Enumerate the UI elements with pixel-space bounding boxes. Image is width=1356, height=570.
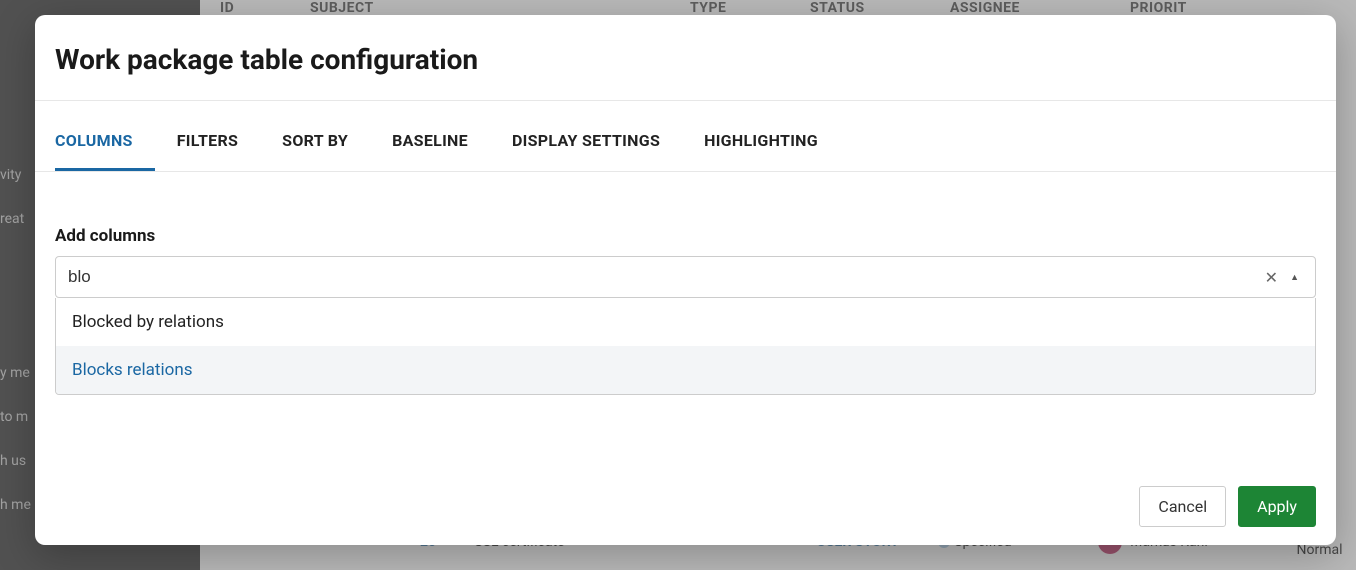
dropdown-list: Blocked by relations Blocks relations [55,298,1316,395]
apply-button[interactable]: Apply [1238,486,1316,527]
modal-footer: Cancel Apply [35,468,1336,545]
tab-display-settings[interactable]: DISPLAY SETTINGS [490,109,682,171]
tab-sort-by[interactable]: SORT BY [260,109,370,171]
modal-tabs: COLUMNS FILTERS SORT BY BASELINE DISPLAY… [35,109,1336,172]
tab-baseline[interactable]: BASELINE [370,109,490,171]
tab-columns[interactable]: COLUMNS [55,109,155,171]
tab-highlighting[interactable]: HIGHLIGHTING [682,109,840,171]
caret-up-icon[interactable]: ▲ [1286,268,1303,287]
add-columns-input[interactable] [68,267,1257,287]
add-columns-combobox: ✕ ▲ Blocked by relations Blocks relation… [55,256,1316,395]
modal-body: Add columns ✕ ▲ Blocked by relations Blo… [35,172,1336,468]
combo-input-row[interactable]: ✕ ▲ [55,256,1316,298]
tab-filters[interactable]: FILTERS [155,109,260,171]
modal-header: Work package table configuration [35,15,1336,101]
modal-title: Work package table configuration [55,43,1316,76]
option-blocked-by-relations[interactable]: Blocked by relations [56,298,1315,346]
clear-icon[interactable]: ✕ [1257,264,1286,291]
add-columns-label: Add columns [55,226,1316,246]
cancel-button[interactable]: Cancel [1139,486,1226,527]
config-modal: Work package table configuration COLUMNS… [35,15,1336,545]
option-blocks-relations[interactable]: Blocks relations [56,346,1315,394]
